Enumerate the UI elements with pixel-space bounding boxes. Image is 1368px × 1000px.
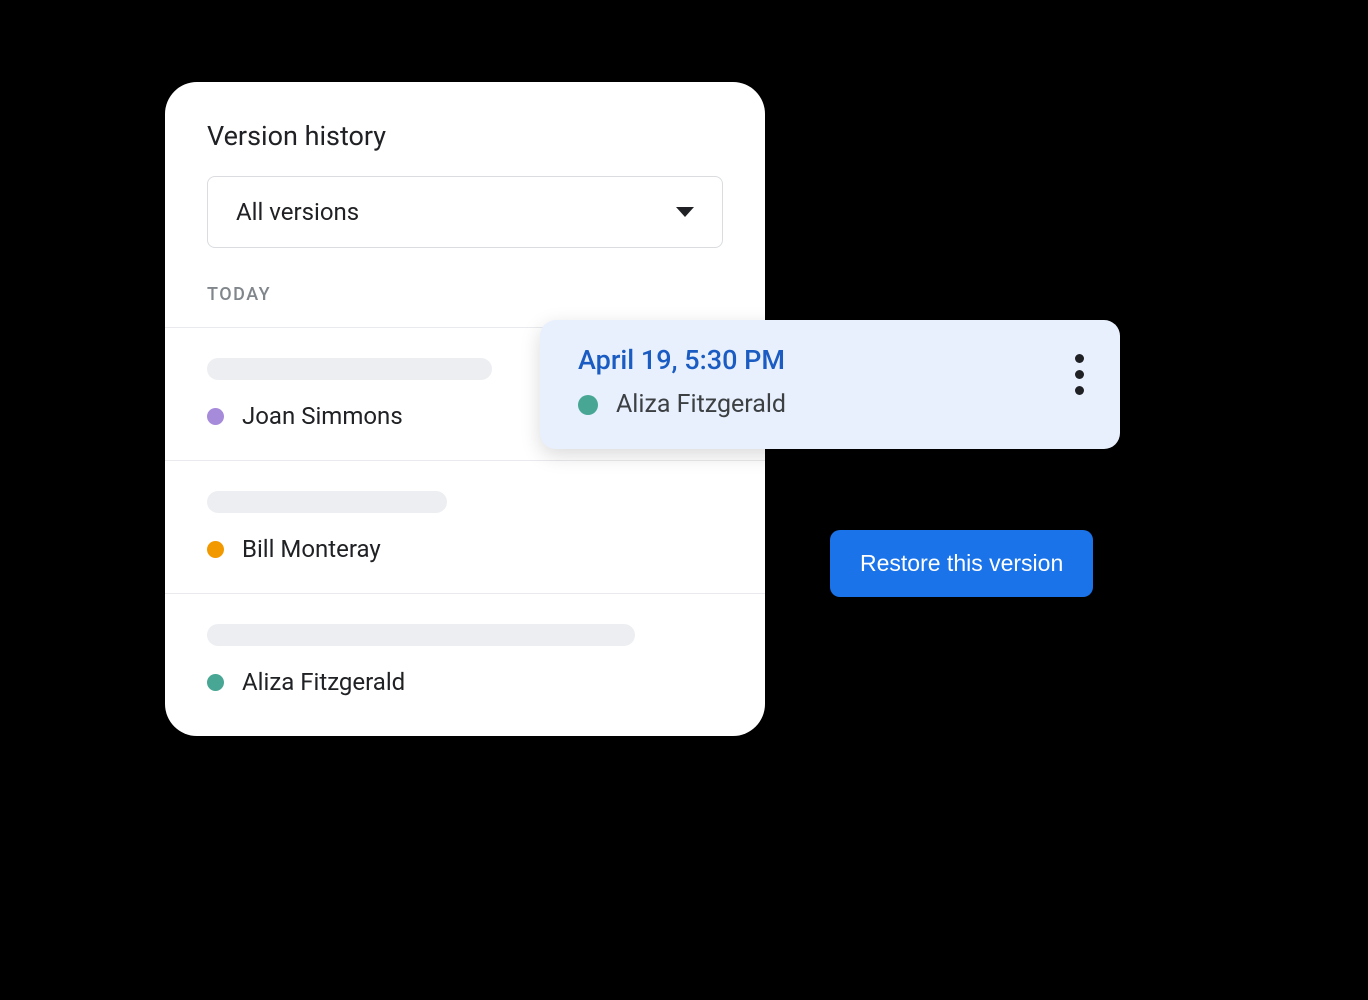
more-options-icon[interactable] [1067, 344, 1092, 405]
author-name: Aliza Fitzgerald [616, 390, 786, 419]
author-color-dot [207, 408, 224, 425]
panel-title: Version history [165, 82, 765, 176]
version-item[interactable]: Aliza Fitzgerald [165, 593, 765, 726]
version-author-row: Bill Monteray [207, 535, 723, 563]
author-name: Aliza Fitzgerald [242, 668, 405, 696]
author-name: Bill Monteray [242, 535, 381, 563]
version-timestamp-placeholder [207, 491, 447, 513]
version-author-row: Aliza Fitzgerald [207, 668, 723, 696]
version-detail-card: April 19, 5:30 PM Aliza Fitzgerald [540, 320, 1120, 449]
version-item[interactable]: Bill Monteray [165, 460, 765, 593]
filter-dropdown[interactable]: All versions [207, 176, 723, 248]
version-detail-timestamp: April 19, 5:30 PM [578, 344, 786, 376]
restore-version-button[interactable]: Restore this version [830, 530, 1093, 597]
version-detail-content: April 19, 5:30 PM Aliza Fitzgerald [578, 344, 786, 419]
filter-dropdown-label: All versions [236, 198, 359, 226]
author-color-dot [578, 395, 598, 415]
version-timestamp-placeholder [207, 624, 635, 646]
author-name: Joan Simmons [242, 402, 403, 430]
version-detail-author: Aliza Fitzgerald [578, 390, 786, 419]
author-color-dot [207, 674, 224, 691]
version-timestamp-placeholder [207, 358, 492, 380]
chevron-down-icon [676, 207, 694, 217]
author-color-dot [207, 541, 224, 558]
